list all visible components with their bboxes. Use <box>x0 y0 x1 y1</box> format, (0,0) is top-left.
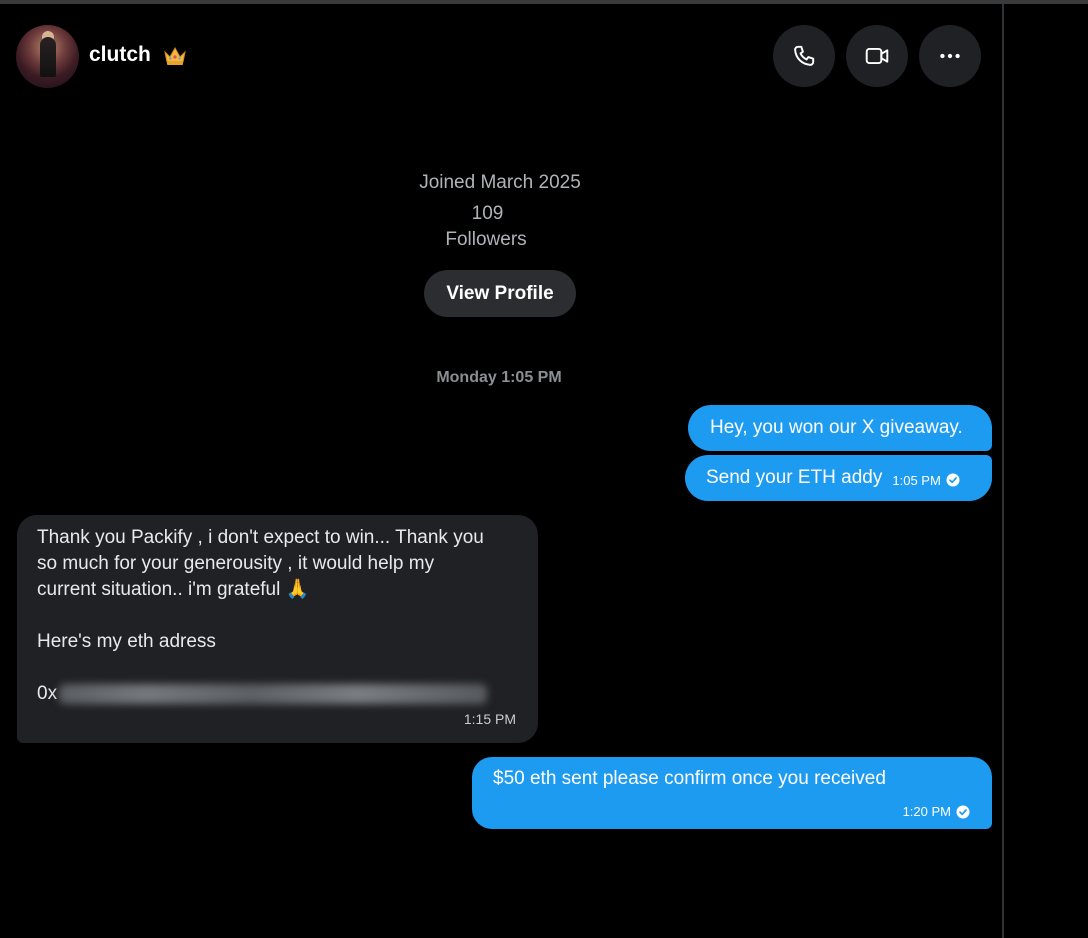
message-text: Send your ETH addy <box>706 467 883 488</box>
message-text: Hey, you won our X giveaway. <box>710 417 963 438</box>
message-line: Thank you Packify , i don't expect to wi… <box>37 527 484 548</box>
crown-icon <box>164 46 186 65</box>
window-top-edge <box>0 0 1088 4</box>
outgoing-message[interactable]: $50 eth sent please confirm once you rec… <box>472 757 992 829</box>
right-panel <box>1004 4 1088 938</box>
message-line: current situation.. i'm grateful 🙏 <box>37 577 518 603</box>
avatar[interactable] <box>16 25 79 88</box>
message-line: Here's my eth adress <box>37 631 216 652</box>
day-timestamp: Monday 1:05 PM <box>436 369 562 386</box>
message-meta: 1:05 PM <box>892 472 960 488</box>
username[interactable]: clutch <box>89 43 151 67</box>
message-meta: 1:20 PM <box>903 804 970 819</box>
outgoing-message[interactable]: Hey, you won our X giveaway. <box>688 405 992 451</box>
message-line-text: current situation.. i'm grateful <box>37 579 281 600</box>
blurred-address <box>59 683 488 704</box>
more-horizontal-icon <box>940 53 960 59</box>
eth-address[interactable]: 0x <box>37 681 518 707</box>
video-call-button[interactable] <box>846 25 908 87</box>
incoming-message[interactable]: Thank you Packify , i don't expect to wi… <box>17 515 538 743</box>
read-check-icon <box>956 805 970 818</box>
video-icon <box>865 47 889 65</box>
outgoing-message[interactable]: Send your ETH addy 1:05 PM <box>685 455 992 501</box>
message-line: so much for your generousity , it would … <box>37 553 435 574</box>
phone-icon <box>794 45 815 66</box>
message-time: 1:05 PM <box>892 472 941 488</box>
call-button[interactable] <box>773 25 835 87</box>
address-prefix: 0x <box>37 683 58 704</box>
more-button[interactable] <box>919 25 981 87</box>
avatar-figure <box>40 37 56 77</box>
folded-hands-emoji-icon: 🙏 <box>285 579 310 600</box>
joined-date: Joined March 2025 <box>419 172 581 193</box>
followers-label: Followers <box>445 229 527 250</box>
followers-count: 109 <box>471 203 504 224</box>
message-time: 1:20 PM <box>902 804 951 819</box>
view-profile-button[interactable]: View Profile <box>424 270 576 317</box>
message-text: $50 eth sent please confirm once you rec… <box>493 768 886 789</box>
message-time: 1:15 PM <box>463 711 516 727</box>
read-check-icon <box>946 473 960 487</box>
